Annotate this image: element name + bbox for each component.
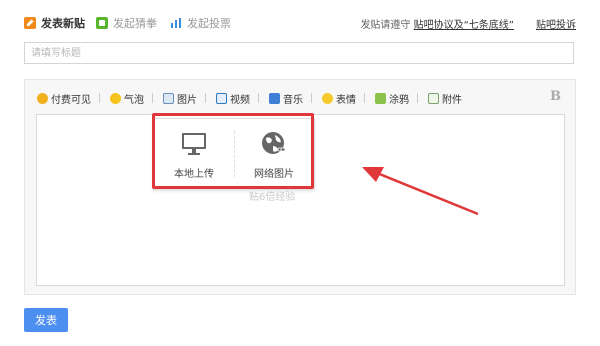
submit-button[interactable]: 发表 — [24, 308, 68, 332]
annotation-arrow — [362, 167, 479, 216]
